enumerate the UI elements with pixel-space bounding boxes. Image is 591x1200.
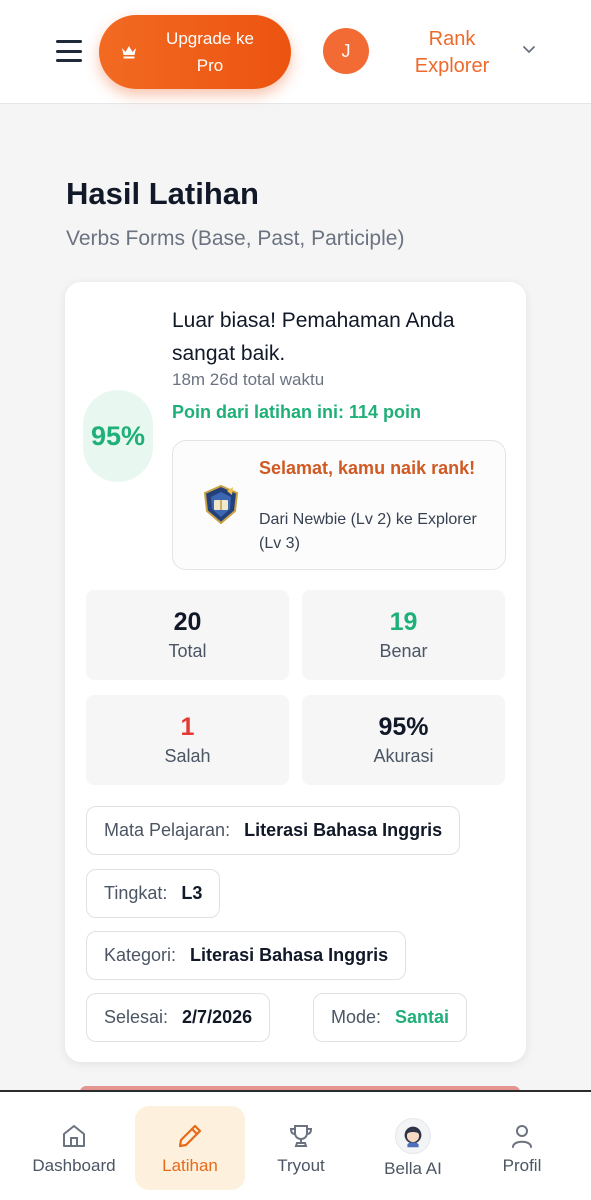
chip-key: Mata Pelajaran: xyxy=(104,820,231,840)
stat-correct: 19 Benar xyxy=(302,590,505,680)
upgrade-pro-button[interactable]: Upgrade ke Pro xyxy=(99,15,291,89)
rank-label[interactable]: Rank Explorer xyxy=(406,26,498,80)
rank-up-title: Selamat, kamu naik rank! xyxy=(259,458,476,478)
crown-icon xyxy=(122,46,136,59)
stat-wrong: 1 Salah xyxy=(86,695,289,785)
chip-key: Selesai: xyxy=(104,1007,169,1027)
bottom-nav: Dashboard Latihan Tryout Bella AI Profil xyxy=(0,1090,591,1200)
stat-total: 20 Total xyxy=(86,590,289,680)
category-chip: Kategori: Literasi Bahasa Inggris xyxy=(86,931,407,980)
home-icon xyxy=(63,1124,85,1147)
chip-value: Literasi Bahasa Inggris xyxy=(190,945,389,965)
top-bar: Upgrade ke Pro J Rank Explorer xyxy=(0,0,591,104)
chip-value: Santai xyxy=(395,1007,450,1027)
pencil-icon xyxy=(178,1124,202,1147)
chip-key: Mode: xyxy=(331,1007,382,1027)
mode-chip: Mode: Santai xyxy=(313,993,468,1042)
nav-label: Bella AI xyxy=(384,1158,442,1178)
points-earned: Poin dari latihan ini: 114 poin xyxy=(172,402,422,422)
stat-label: Benar xyxy=(379,641,428,661)
score-badge: 95% xyxy=(83,390,153,482)
chip-key: Kategori: xyxy=(104,945,177,965)
stat-accuracy: 95% Akurasi xyxy=(302,695,505,785)
chip-value: 2/7/2026 xyxy=(182,1007,253,1027)
nav-label: Latihan xyxy=(162,1155,218,1175)
stat-label: Salah xyxy=(164,746,211,766)
stat-value: 19 xyxy=(389,608,418,636)
chip-value: L3 xyxy=(181,883,203,903)
nav-latihan[interactable]: Latihan xyxy=(135,1106,245,1190)
user-icon xyxy=(512,1124,532,1148)
nav-dashboard[interactable]: Dashboard xyxy=(18,1106,130,1190)
nav-label: Dashboard xyxy=(32,1155,116,1175)
finished-chip: Selesai: 2/7/2026 xyxy=(86,993,271,1042)
stat-label: Total xyxy=(168,641,207,661)
user-avatar[interactable]: J xyxy=(323,28,369,74)
page-title: Hasil Latihan xyxy=(66,176,259,211)
page-subtitle: Verbs Forms (Base, Past, Participle) xyxy=(66,227,405,250)
bella-avatar-icon xyxy=(395,1117,431,1154)
rank-up-detail: Dari Newbie (Lv 2) ke Explorer (Lv 3) xyxy=(259,511,477,552)
total-time: 18m 26d total waktu xyxy=(172,370,325,389)
nav-label: Profil xyxy=(502,1155,542,1175)
nav-profil[interactable]: Profil xyxy=(476,1106,568,1190)
stat-value: 20 xyxy=(173,608,202,636)
score-value: 95% xyxy=(90,420,146,451)
trophy-icon xyxy=(289,1124,313,1147)
menu-icon[interactable] xyxy=(56,40,82,62)
nav-bella-ai[interactable]: Bella AI xyxy=(362,1106,464,1190)
chip-value: Literasi Bahasa Inggris xyxy=(244,820,443,840)
nav-label: Tryout xyxy=(277,1155,325,1175)
nav-tryout[interactable]: Tryout xyxy=(250,1106,352,1190)
rank-badge-icon xyxy=(203,484,239,525)
level-chip: Tingkat: L3 xyxy=(86,869,221,918)
stat-value: 1 xyxy=(180,713,195,741)
chevron-down-icon[interactable] xyxy=(522,45,536,55)
rank-up-banner: Selamat, kamu naik rank! Dari Newbie (Lv… xyxy=(172,440,506,570)
upgrade-label: Upgrade ke Pro xyxy=(166,29,254,75)
stat-value: 95% xyxy=(378,713,429,741)
subject-chip: Mata Pelajaran: Literasi Bahasa Inggris xyxy=(86,806,461,855)
chip-key: Tingkat: xyxy=(104,883,168,903)
stat-label: Akurasi xyxy=(373,746,434,766)
result-card: 95% Luar biasa! Pemahaman Anda sangat ba… xyxy=(65,282,526,1062)
result-message: Luar biasa! Pemahaman Anda sangat baik. xyxy=(172,309,455,365)
